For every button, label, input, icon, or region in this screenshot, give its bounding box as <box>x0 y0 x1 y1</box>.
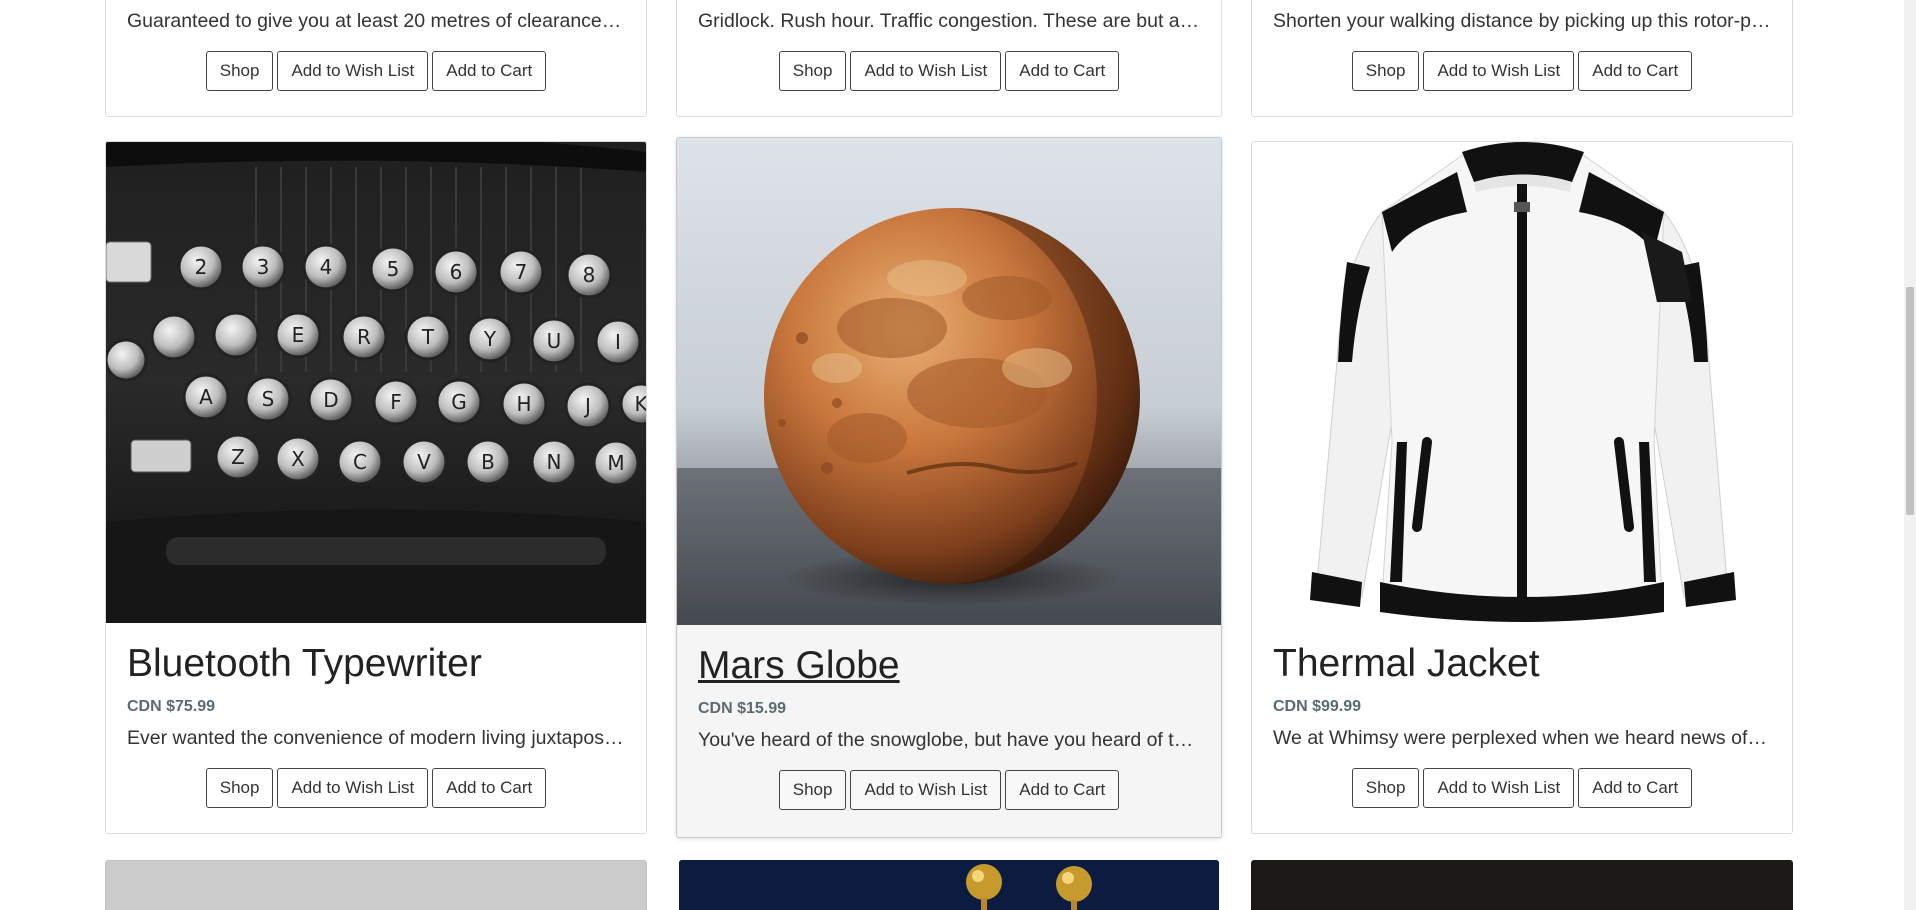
product-actions: Shop Add to Wish List Add to Cart <box>677 51 1221 91</box>
product-title: Bluetooth Typewriter <box>127 642 482 685</box>
scrollbar-thumb[interactable] <box>1906 287 1914 515</box>
dark-product-image[interactable] <box>1251 860 1793 910</box>
svg-text:2: 2 <box>195 255 208 279</box>
svg-text:M: M <box>607 451 624 475</box>
product-description: Gridlock. Rush hour. Traffic congestion.… <box>698 10 1200 32</box>
shop-button[interactable]: Shop <box>1351 768 1420 808</box>
mars-globe-illustration <box>677 138 1221 625</box>
product-title: Thermal Jacket <box>1273 642 1540 685</box>
svg-text:U: U <box>547 329 562 353</box>
svg-text:S: S <box>262 387 275 411</box>
svg-text:8: 8 <box>583 263 596 287</box>
svg-text:G: G <box>451 390 467 414</box>
svg-text:3: 3 <box>257 255 270 279</box>
grey-product-image[interactable] <box>105 860 647 910</box>
product-actions: Shop Add to Wish List Add to Cart <box>1252 768 1792 808</box>
product-price: CDN $75.99 <box>127 698 216 715</box>
add-to-wish-list-button[interactable]: Add to Wish List <box>277 51 429 91</box>
add-to-wish-list-button[interactable]: Add to Wish List <box>277 768 429 808</box>
product-price: CDN $15.99 <box>698 700 787 717</box>
svg-text:I: I <box>615 330 621 354</box>
product-description: Guaranteed to give you at least 20 metre… <box>127 10 625 32</box>
mars-globe-image[interactable] <box>677 138 1221 625</box>
product-card: Gridlock. Rush hour. Traffic congestion.… <box>676 0 1222 117</box>
add-to-cart-button[interactable]: Add to Cart <box>432 51 547 91</box>
product-card-bluetooth-typewriter: 2 3 4 5 6 7 8 E R T Y U I A S D F G H J K Z X C V B N M B… <box>105 141 647 834</box>
svg-text:R: R <box>357 325 371 349</box>
svg-text:4: 4 <box>320 255 333 279</box>
svg-text:Z: Z <box>231 445 245 469</box>
svg-text:6: 6 <box>450 260 463 284</box>
add-to-wish-list-button[interactable]: Add to Wish List <box>1423 51 1575 91</box>
product-card: Guaranteed to give you at least 20 metre… <box>105 0 647 117</box>
product-description: We at Whimsy were perplexed when we hear… <box>1273 727 1771 749</box>
product-card-thermal-jacket: Thermal Jacket CDN $99.99 We at Whimsy w… <box>1251 141 1793 834</box>
product-actions: Shop Add to Wish List Add to Cart <box>1252 51 1792 91</box>
add-to-wish-list-button[interactable]: Add to Wish List <box>850 770 1002 810</box>
product-card: Shorten your walking distance by picking… <box>1251 0 1793 117</box>
svg-text:A: A <box>199 385 213 409</box>
svg-text:E: E <box>292 323 305 347</box>
thermal-jacket-image[interactable] <box>1252 142 1792 623</box>
product-grid: Guaranteed to give you at least 20 metre… <box>0 0 1916 910</box>
shop-button[interactable]: Shop <box>778 51 847 91</box>
product-description: Shorten your walking distance by picking… <box>1273 10 1771 32</box>
gold-ornament-illustration <box>679 860 1219 910</box>
svg-text:5: 5 <box>387 257 400 281</box>
add-to-cart-button[interactable]: Add to Cart <box>1578 51 1693 91</box>
product-actions: Shop Add to Wish List Add to Cart <box>106 51 646 91</box>
shop-button[interactable]: Shop <box>778 770 847 810</box>
add-to-wish-list-button[interactable]: Add to Wish List <box>1423 768 1575 808</box>
svg-text:H: H <box>516 392 531 416</box>
product-description: Ever wanted the convenience of modern li… <box>127 727 625 749</box>
product-description: You've heard of the snowglobe, but have … <box>698 729 1200 751</box>
svg-text:7: 7 <box>515 260 528 284</box>
product-price: CDN $99.99 <box>1273 698 1362 715</box>
svg-text:D: D <box>323 388 338 412</box>
svg-text:X: X <box>291 447 305 471</box>
add-to-cart-button[interactable]: Add to Cart <box>432 768 547 808</box>
shop-button[interactable]: Shop <box>1351 51 1420 91</box>
product-title-link[interactable]: Mars Globe <box>698 643 900 689</box>
page-scrollbar[interactable] <box>1904 0 1916 910</box>
shop-button[interactable]: Shop <box>205 768 274 808</box>
svg-text:J: J <box>583 394 591 418</box>
svg-text:B: B <box>481 450 495 474</box>
typewriter-image[interactable]: 2 3 4 5 6 7 8 E R T Y U I A S D F G H J K Z X C V B N M <box>106 142 646 623</box>
svg-text:N: N <box>547 450 562 474</box>
add-to-wish-list-button[interactable]: Add to Wish List <box>850 51 1002 91</box>
product-card-mars-globe: Mars Globe CDN $15.99 You've heard of th… <box>676 137 1222 838</box>
svg-text:F: F <box>390 390 402 414</box>
shop-button[interactable]: Shop <box>205 51 274 91</box>
svg-text:T: T <box>421 325 435 349</box>
thermal-jacket-illustration <box>1252 142 1792 623</box>
add-to-cart-button[interactable]: Add to Cart <box>1578 768 1693 808</box>
svg-text:Y: Y <box>483 327 497 351</box>
typewriter-illustration: 2 3 4 5 6 7 8 E R T Y U I A S D F G H J K Z X C V B N M <box>106 142 646 623</box>
svg-text:V: V <box>417 450 431 474</box>
product-actions: Shop Add to Wish List Add to Cart <box>677 770 1221 810</box>
svg-text:K: K <box>634 392 646 416</box>
add-to-cart-button[interactable]: Add to Cart <box>1005 51 1120 91</box>
product-actions: Shop Add to Wish List Add to Cart <box>106 768 646 808</box>
add-to-cart-button[interactable]: Add to Cart <box>1005 770 1120 810</box>
svg-text:C: C <box>353 450 367 474</box>
gold-ornament-image[interactable] <box>679 860 1219 910</box>
